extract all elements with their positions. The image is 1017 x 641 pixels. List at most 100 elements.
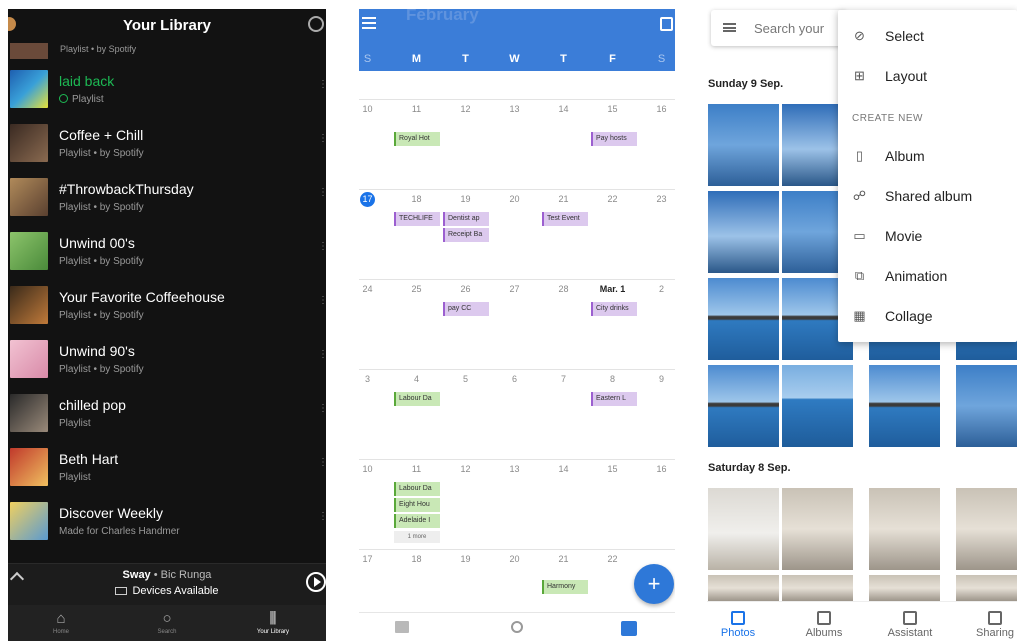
day-number[interactable]: Mar. 1 [588,284,637,294]
photo-thumbnail[interactable] [708,278,779,360]
calendar-event[interactable]: Test Event [542,212,588,226]
day-number[interactable]: 13 [490,464,539,474]
more-options-icon[interactable]: ⋮ [318,134,326,151]
search-input[interactable]: Search your [754,21,824,36]
add-event-button[interactable]: + [634,564,674,604]
search-bar[interactable]: Search your [711,10,846,46]
photo-thumbnail[interactable] [708,104,779,186]
calendar-event[interactable]: pay CC [443,302,489,316]
calendar-event[interactable]: Eight Hou [394,498,440,512]
photo-thumbnail[interactable] [869,365,940,447]
more-options-icon[interactable]: ⋮ [318,296,326,313]
list-item[interactable]: Unwind 00's Playlist • by Spotify ⋮ [8,225,326,278]
day-number[interactable]: 22 [588,554,637,564]
list-item[interactable]: #ThrowbackThursday Playlist • by Spotify… [8,171,326,224]
photo-thumbnail[interactable] [869,488,940,570]
play-button[interactable] [306,572,326,592]
calendar-event[interactable]: Receipt Ba [443,228,489,242]
day-number[interactable]: 18 [392,554,441,564]
photo-thumbnail[interactable] [956,365,1017,447]
more-options-icon[interactable]: ⋮ [318,80,326,97]
day-number-today[interactable]: 17 [359,192,392,207]
day-number[interactable]: 15 [588,464,637,474]
gear-icon[interactable] [308,16,324,32]
now-playing-bar[interactable]: Sway • Bic Runga Devices Available [8,563,326,605]
menu-icon[interactable] [362,17,376,29]
day-number[interactable]: 22 [588,194,637,204]
day-number[interactable]: 13 [490,104,539,114]
list-item[interactable]: chilled pop Playlist ⋮ [8,387,326,440]
day-number[interactable]: 6 [490,374,539,384]
nav-library[interactable]: ⫼ Your Library [220,605,326,641]
day-number[interactable]: 2 [637,284,675,294]
photo-thumbnail[interactable] [708,575,779,601]
day-number[interactable]: 12 [441,104,490,114]
menu-item-animation[interactable]: ⧉ Animation [838,256,1017,296]
list-item[interactable]: Unwind 90's Playlist • by Spotify ⋮ [8,333,326,386]
day-number[interactable]: 21 [539,194,588,204]
day-number[interactable]: 7 [539,374,588,384]
photo-thumbnail[interactable] [782,365,853,447]
mail-icon[interactable] [395,621,409,633]
day-number[interactable]: 5 [441,374,490,384]
calendar-event[interactable]: Labour Da [394,482,440,496]
day-number[interactable]: 3 [359,374,392,384]
calendar-event[interactable]: City drinks [591,302,637,316]
calendar-event[interactable]: Eastern L [591,392,637,406]
day-number[interactable]: 19 [441,554,490,564]
list-item[interactable]: Beth Hart Playlist ⋮ [8,441,326,494]
list-item[interactable]: laid back Playlist ⋮ [8,63,326,116]
day-number[interactable]: 11 [392,104,441,114]
today-icon[interactable] [660,17,673,31]
list-item[interactable]: Discover Weekly Made for Charles Handmer… [8,495,326,548]
month-title[interactable]: February [406,9,479,25]
day-number[interactable]: 21 [539,554,588,564]
photo-thumbnail[interactable] [782,575,853,601]
photo-thumbnail[interactable] [708,365,779,447]
calendar-event[interactable]: Labour Da [394,392,440,406]
menu-item-movie[interactable]: ▭ Movie [838,216,1017,256]
day-number[interactable]: 11 [392,464,441,474]
day-number[interactable]: 8 [588,374,637,384]
devices-available[interactable]: Devices Available [8,585,326,597]
calendar-event[interactable]: TECHLIFE [394,212,440,226]
calendar-event[interactable]: Dentist ap [443,212,489,226]
nav-sharing[interactable]: Sharing [955,602,1017,641]
menu-item-album[interactable]: ▯ Album [838,136,1017,176]
more-options-icon[interactable]: ⋮ [318,404,326,421]
menu-item-shared-album[interactable]: ☍ Shared album [838,176,1017,216]
nav-home[interactable]: ⌂ Home [8,605,114,641]
day-number[interactable]: 20 [490,554,539,564]
day-number[interactable]: 23 [637,194,675,204]
day-number[interactable]: 15 [588,104,637,114]
list-item[interactable]: Playlist • by Spotify [8,25,326,63]
more-options-icon[interactable]: ⋮ [318,458,326,475]
day-number[interactable]: 10 [359,464,392,474]
list-item[interactable]: Coffee + Chill Playlist • by Spotify ⋮ [8,117,326,170]
list-item[interactable]: Your Favorite Coffeehouse Playlist • by … [8,279,326,332]
day-number[interactable]: 16 [637,104,675,114]
day-number[interactable]: 12 [441,464,490,474]
day-number[interactable]: 16 [637,464,675,474]
photo-thumbnail[interactable] [869,575,940,601]
more-options-icon[interactable]: ⋮ [318,350,326,367]
day-number[interactable]: 9 [637,374,675,384]
search-icon[interactable] [511,621,523,633]
day-number[interactable]: 18 [392,194,441,204]
calendar-icon[interactable] [621,621,637,636]
photo-thumbnail[interactable] [782,488,853,570]
photo-thumbnail[interactable] [708,191,779,273]
photo-thumbnail[interactable] [956,488,1017,570]
photo-thumbnail[interactable] [956,575,1017,601]
day-number[interactable]: 28 [539,284,588,294]
day-number[interactable]: 24 [359,284,392,294]
day-number[interactable]: 19 [441,194,490,204]
day-number[interactable]: 27 [490,284,539,294]
menu-item-collage[interactable]: ▦ Collage [838,296,1017,336]
nav-search[interactable]: ○ Search [114,605,220,641]
calendar-event[interactable]: Pay hosts [591,132,637,146]
day-number[interactable]: 17 [359,554,392,564]
nav-albums[interactable]: Albums [784,602,864,641]
day-number[interactable]: 14 [539,464,588,474]
day-number[interactable]: 4 [392,374,441,384]
